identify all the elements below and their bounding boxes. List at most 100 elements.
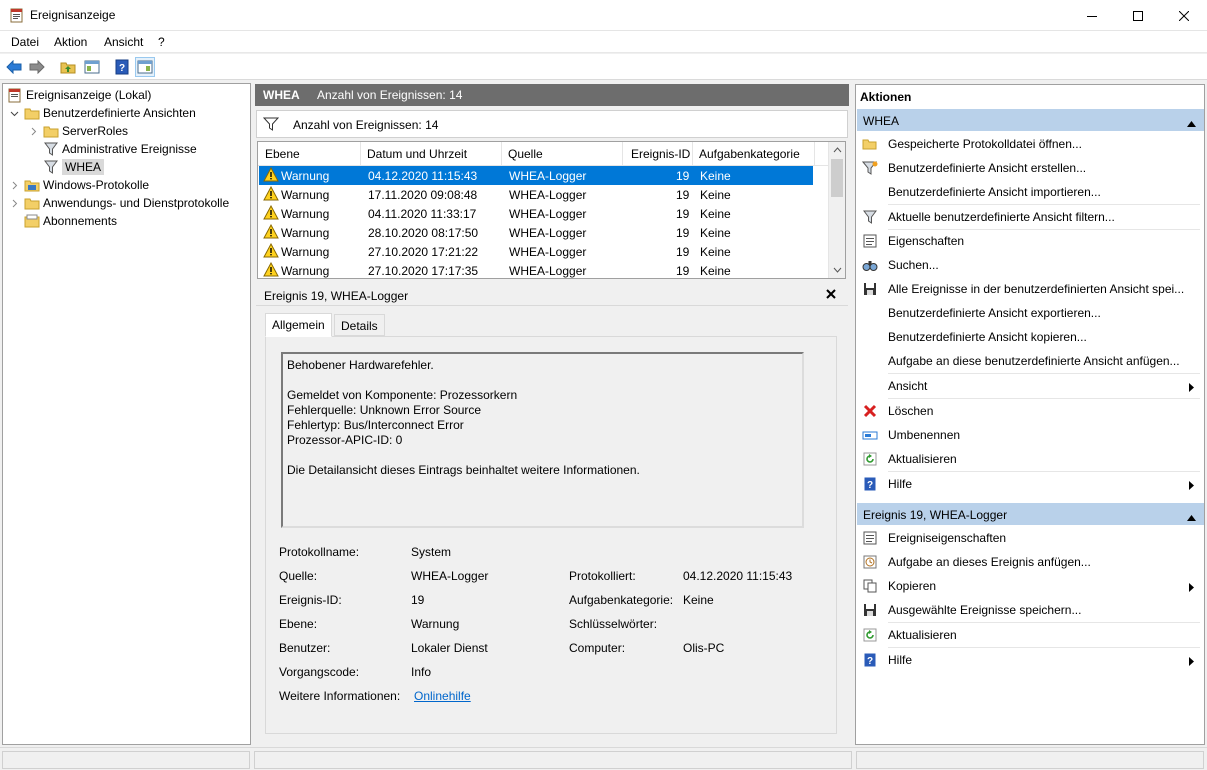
action-copy[interactable]: Kopieren	[857, 574, 1204, 598]
action-save-selected-events[interactable]: Ausgewählte Ereignisse speichern...	[857, 598, 1204, 622]
action-refresh-event[interactable]: Aktualisieren	[857, 623, 1204, 647]
actions-section-event[interactable]: Ereignis 19, WHEA-Logger	[857, 503, 1204, 525]
scrollbar-thumb[interactable]	[831, 159, 843, 197]
chevron-right-icon[interactable]	[8, 181, 20, 190]
menu-aktion[interactable]: Aktion	[54, 35, 87, 49]
minimize-button[interactable]	[1069, 0, 1115, 31]
menu-ansicht[interactable]: Ansicht	[104, 35, 143, 49]
warning-icon	[263, 185, 279, 204]
collapse-up-icon[interactable]	[1187, 510, 1196, 524]
filter-icon	[262, 117, 280, 134]
action-delete[interactable]: Löschen	[857, 399, 1204, 423]
properties-icon	[862, 233, 878, 249]
chevron-down-icon[interactable]	[8, 109, 20, 118]
table-row[interactable]: Warnung 27.10.2020 17:21:22 WHEA-Logger …	[259, 242, 813, 261]
prop-source-label: Quelle:	[279, 569, 318, 583]
prop-computer-label: Computer:	[569, 641, 626, 655]
tree-item-whea[interactable]: WHEA	[43, 158, 104, 176]
column-header-date[interactable]: Datum und Uhrzeit	[367, 147, 467, 161]
section-label: WHEA	[863, 114, 899, 128]
event-viewer-app-icon	[10, 8, 24, 23]
action-copy-custom-view[interactable]: Benutzerdefinierte Ansicht kopieren...	[857, 325, 1204, 349]
table-row[interactable]: Warnung 28.10.2020 08:17:50 WHEA-Logger …	[259, 223, 813, 242]
action-save-all-events[interactable]: Alle Ereignisse in der benutzerdefiniert…	[857, 277, 1204, 301]
action-import-custom-view[interactable]: Benutzerdefinierte Ansicht importieren..…	[857, 180, 1204, 204]
help-button[interactable]: ?	[112, 57, 132, 77]
table-row[interactable]: Warnung 04.12.2020 11:15:43 WHEA-Logger …	[259, 166, 813, 185]
actions-section-whea[interactable]: WHEA	[857, 109, 1204, 131]
action-attach-task-event[interactable]: Aufgabe an dieses Ereignis anfügen...	[857, 550, 1204, 574]
tree-item-serverroles[interactable]: ServerRoles	[27, 122, 128, 140]
action-view-menu[interactable]: Ansicht	[857, 374, 1204, 398]
tab-general[interactable]: Allgemein	[265, 313, 332, 337]
table-row[interactable]: Warnung 27.10.2020 17:17:35 WHEA-Logger …	[259, 261, 813, 278]
column-header-event-id[interactable]: Ereignis-ID	[631, 147, 690, 161]
column-header-source[interactable]: Quelle	[508, 147, 543, 161]
filter-count-text: Anzahl von Ereignissen: 14	[293, 118, 439, 132]
view-event-count: Anzahl von Ereignissen: 14	[317, 88, 463, 102]
close-detail-icon[interactable]	[826, 288, 836, 302]
tree-item-custom-views[interactable]: Benutzerdefinierte Ansichten	[8, 104, 196, 122]
warning-icon	[263, 261, 279, 278]
prop-logged: 04.12.2020 11:15:43	[683, 569, 793, 583]
collapse-up-icon[interactable]	[1187, 116, 1196, 130]
show-hide-tree-button[interactable]	[82, 57, 102, 77]
tree-item-app-service-logs[interactable]: Anwendungs- und Dienstprotokolle	[8, 194, 229, 212]
tree-item-subscriptions[interactable]: Abonnements	[24, 212, 117, 230]
tree-label: WHEA	[62, 159, 104, 175]
scroll-down-icon[interactable]	[833, 267, 842, 273]
close-window-button[interactable]	[1161, 0, 1207, 31]
maximize-button[interactable]	[1115, 0, 1161, 31]
event-viewer-icon	[7, 87, 23, 103]
tree-item-windows-logs[interactable]: Windows-Protokolle	[8, 176, 149, 194]
log-folder-icon	[24, 177, 40, 193]
action-rename[interactable]: Umbenennen	[857, 423, 1204, 447]
prop-opcode: Info	[411, 665, 432, 679]
menu-help[interactable]: ?	[158, 35, 165, 49]
prop-computer: Olis-PC	[683, 641, 725, 655]
save-disk-icon	[862, 281, 878, 297]
column-header-task-category[interactable]: Aufgabenkategorie	[699, 147, 800, 161]
action-create-custom-view[interactable]: Benutzerdefinierte Ansicht erstellen...	[857, 156, 1204, 180]
scroll-up-icon[interactable]	[833, 147, 842, 153]
folder-icon	[24, 105, 40, 121]
action-help-event[interactable]: ? Hilfe	[857, 648, 1204, 672]
tab-details[interactable]: Details	[334, 314, 385, 336]
action-open-saved-log[interactable]: Gespeicherte Protokolldatei öffnen...	[857, 132, 1204, 156]
action-properties[interactable]: Eigenschaften	[857, 229, 1204, 253]
svg-text:?: ?	[119, 63, 125, 74]
action-find[interactable]: Suchen...	[857, 253, 1204, 277]
action-filter-current-view[interactable]: Aktuelle benutzerdefinierte Ansicht filt…	[857, 205, 1204, 229]
filter-icon	[43, 159, 59, 175]
tree-label: ServerRoles	[62, 124, 129, 138]
up-folder-button[interactable]	[58, 57, 78, 77]
tree-item-root[interactable]: Ereignisanzeige (Lokal)	[7, 86, 151, 104]
table-row[interactable]: Warnung 17.11.2020 09:08:48 WHEA-Logger …	[259, 185, 813, 204]
back-button[interactable]	[4, 57, 24, 77]
chevron-right-icon[interactable]	[8, 199, 20, 208]
action-attach-task-view[interactable]: Aufgabe an diese benutzerdefinierte Ansi…	[857, 349, 1204, 373]
events-table: Ebene Datum und Uhrzeit Quelle Ereignis-…	[257, 141, 846, 279]
menu-datei[interactable]: Datei	[11, 35, 39, 49]
show-hide-actions-button[interactable]	[135, 57, 155, 77]
action-help[interactable]: ? Hilfe	[857, 472, 1204, 496]
task-clock-icon	[862, 554, 878, 570]
status-panel	[856, 751, 1204, 769]
column-header-level[interactable]: Ebene	[265, 147, 300, 161]
help-icon: ?	[862, 652, 878, 668]
folder-icon	[24, 195, 40, 211]
tree-item-admin-events[interactable]: Administrative Ereignisse	[43, 140, 197, 158]
chevron-right-icon[interactable]	[27, 127, 39, 136]
forward-button[interactable]	[27, 57, 47, 77]
prop-keywords-label: Schlüsselwörter:	[569, 617, 658, 631]
filter-icon	[43, 141, 59, 157]
action-export-custom-view[interactable]: Benutzerdefinierte Ansicht exportieren..…	[857, 301, 1204, 325]
warning-icon	[263, 204, 279, 223]
view-name: WHEA	[263, 88, 300, 102]
prop-log-name-label: Protokollname:	[279, 545, 360, 559]
online-help-link[interactable]: Onlinehilfe	[414, 689, 471, 703]
action-event-properties[interactable]: Ereigniseigenschaften	[857, 526, 1204, 550]
action-refresh[interactable]: Aktualisieren	[857, 447, 1204, 471]
table-scrollbar[interactable]	[828, 142, 845, 278]
table-row[interactable]: Warnung 04.11.2020 11:33:17 WHEA-Logger …	[259, 204, 813, 223]
